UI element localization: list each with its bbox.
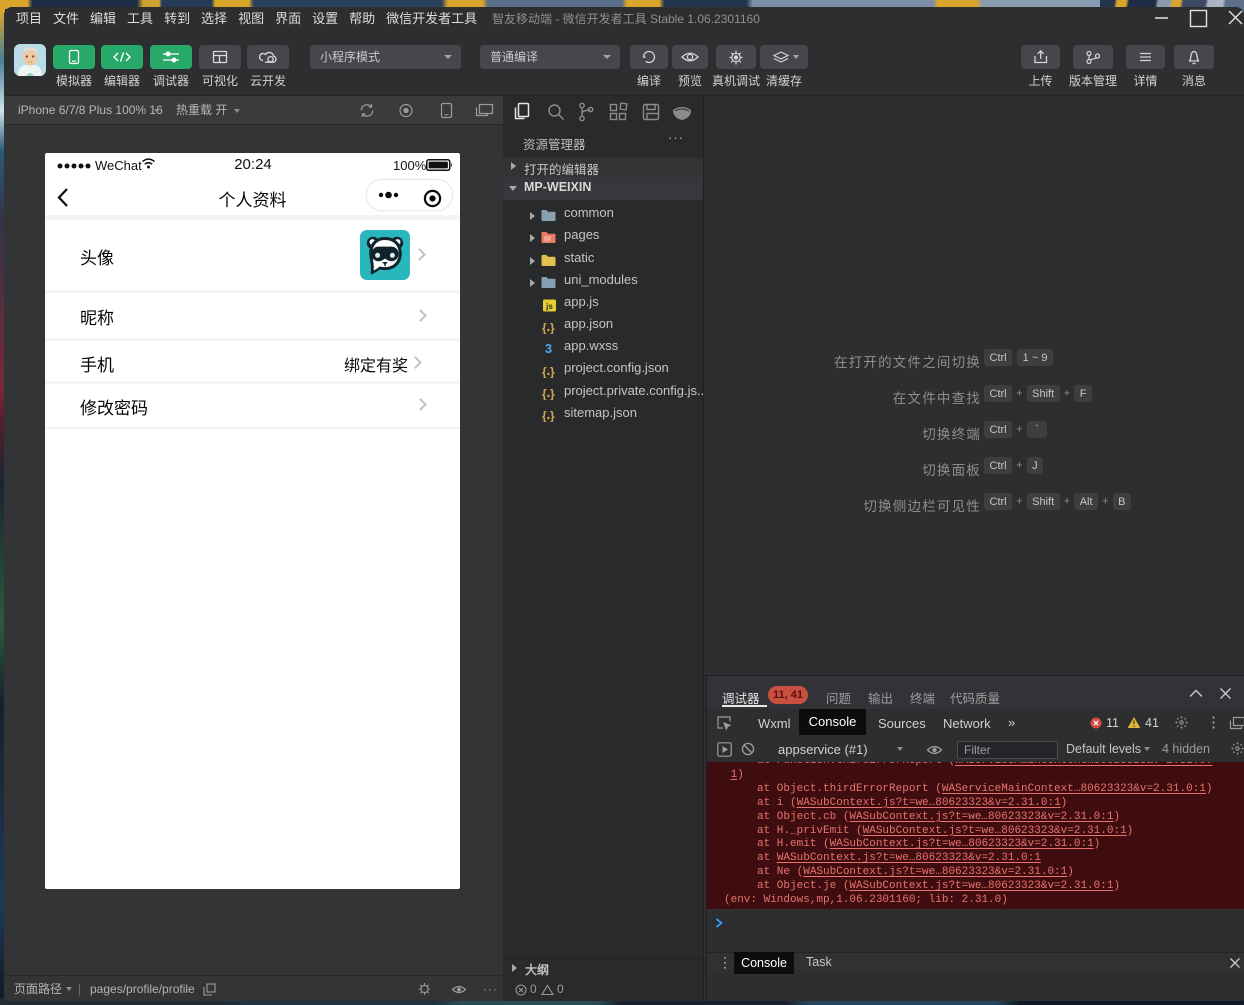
svg-text:3: 3 bbox=[545, 342, 552, 355]
svg-text:{: { bbox=[542, 409, 547, 422]
svg-text:}: } bbox=[550, 409, 555, 422]
svg-text:{: { bbox=[542, 365, 547, 378]
svg-text:{: { bbox=[542, 387, 547, 400]
svg-text:{: { bbox=[542, 321, 547, 334]
svg-text:}: } bbox=[550, 321, 555, 334]
svg-text:js: js bbox=[545, 302, 553, 311]
svg-text:}: } bbox=[550, 365, 555, 378]
svg-text:}: } bbox=[550, 387, 555, 400]
